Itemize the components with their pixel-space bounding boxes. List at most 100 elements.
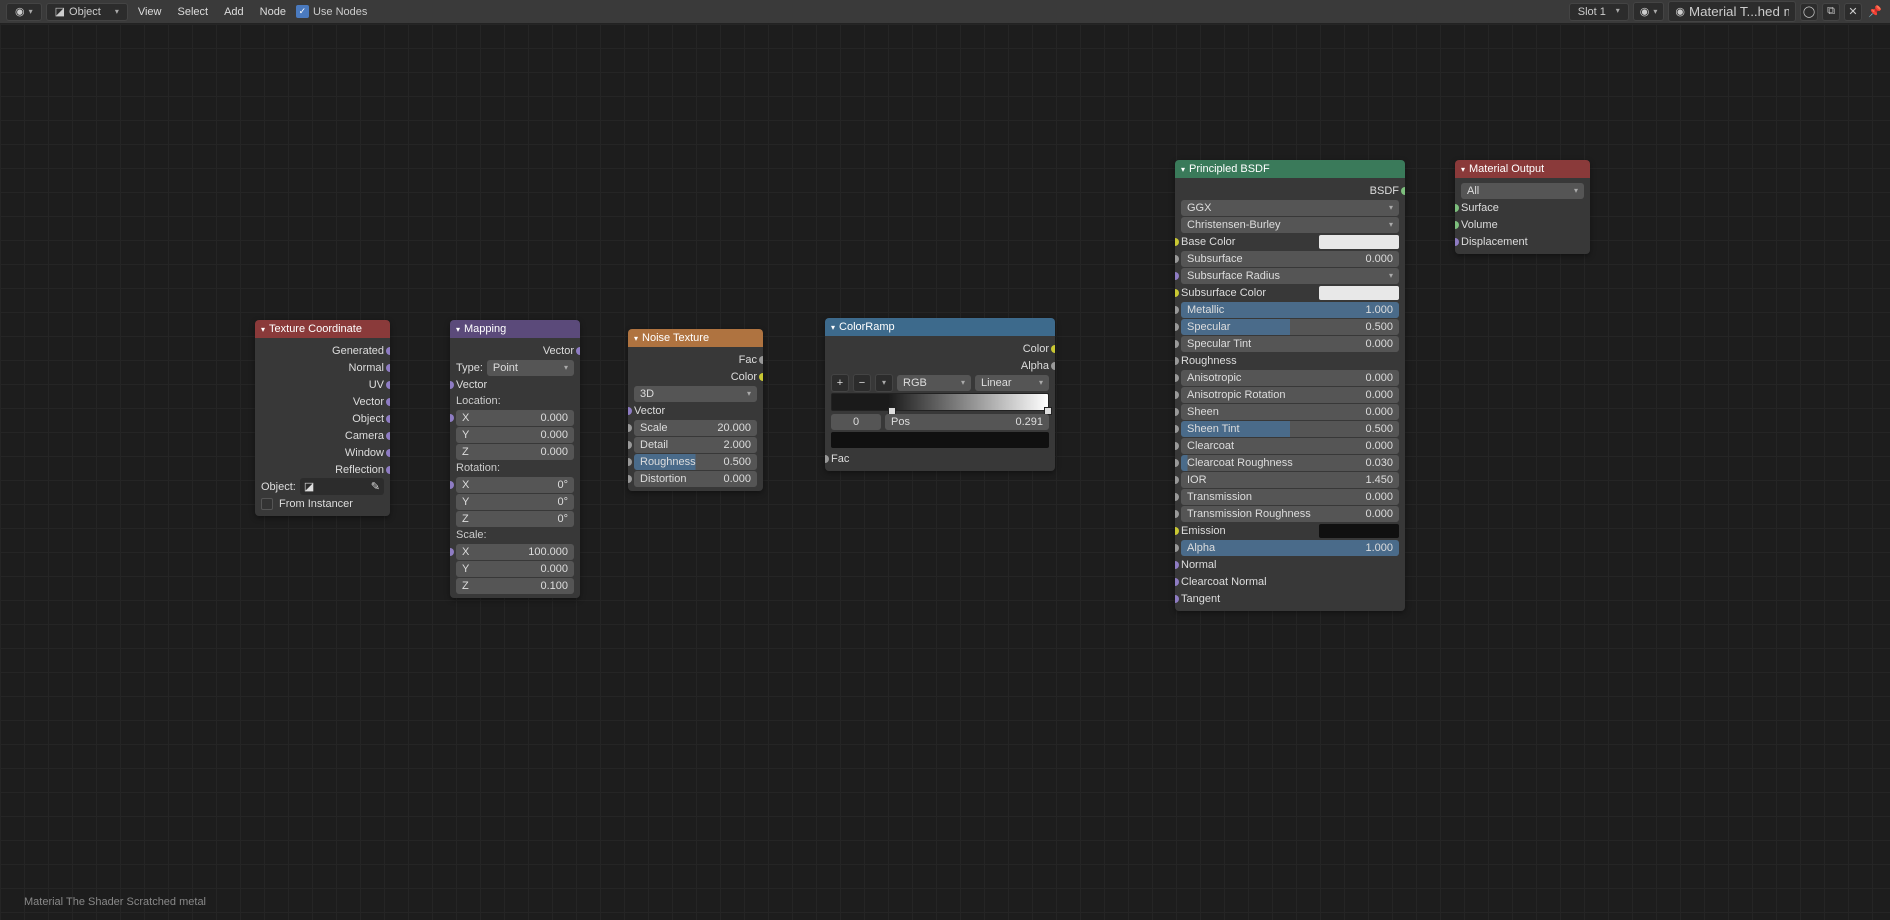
bsdf-slider[interactable]: Specular Tint0.000 xyxy=(1181,336,1399,352)
output-bsdf: BSDF xyxy=(1370,185,1399,197)
remove-stop-icon[interactable]: − xyxy=(853,374,871,392)
status-text: Material The Shader Scratched metal xyxy=(24,896,206,908)
pin-icon[interactable]: 📌 xyxy=(1866,3,1884,21)
copy-icon[interactable]: ⧉ xyxy=(1822,3,1840,21)
node-color-ramp[interactable]: ▾ColorRamp Color Alpha + − ▾ RGB▾ Linear… xyxy=(825,318,1055,471)
node-header[interactable]: ▾Texture Coordinate xyxy=(255,320,390,338)
node-header[interactable]: ▾Principled BSDF xyxy=(1175,160,1405,178)
scale-y-slider[interactable]: Y0.000 xyxy=(456,561,574,577)
bsdf-slider[interactable]: Transmission0.000 xyxy=(1181,489,1399,505)
node-header[interactable]: ▾Noise Texture xyxy=(628,329,763,347)
output-camera: Camera xyxy=(345,430,384,442)
use-nodes-checkbox[interactable]: ✓ xyxy=(296,5,309,18)
bsdf-input-label: Emission xyxy=(1181,525,1226,537)
object-picker[interactable]: ◪✎ xyxy=(300,478,384,495)
color-swatch[interactable] xyxy=(1319,524,1399,538)
bsdf-slider[interactable]: Specular0.500 xyxy=(1181,319,1399,335)
node-header[interactable]: ▾ColorRamp xyxy=(825,318,1055,336)
bsdf-slider[interactable]: Clearcoat0.000 xyxy=(1181,438,1399,454)
output-reflection: Reflection xyxy=(335,464,384,476)
bsdf-input-label: Roughness xyxy=(1181,355,1237,367)
menu-node[interactable]: Node xyxy=(254,4,292,20)
bsdf-input-label: Subsurface Color xyxy=(1181,287,1266,299)
output-input-label: Volume xyxy=(1461,219,1498,231)
add-stop-icon[interactable]: + xyxy=(831,374,849,392)
bsdf-slider[interactable]: Anisotropic0.000 xyxy=(1181,370,1399,386)
scale-x-slider[interactable]: X100.000 xyxy=(456,544,574,560)
mode-dropdown[interactable]: RGB▾ xyxy=(897,375,971,391)
bsdf-slider[interactable]: IOR1.450 xyxy=(1181,472,1399,488)
rotation-label: Rotation: xyxy=(456,460,574,476)
rotation-z-slider[interactable]: Z0° xyxy=(456,511,574,527)
tools-dropdown-icon[interactable]: ▾ xyxy=(875,374,893,392)
output-color: Color xyxy=(731,371,757,383)
output-vector: Vector xyxy=(543,345,574,357)
node-mapping[interactable]: ▾Mapping Vector Type: Point▾ Vector Loca… xyxy=(450,320,580,598)
location-x-slider[interactable]: X0.000 xyxy=(456,410,574,426)
node-noise-texture[interactable]: ▾Noise Texture Fac Color 3D▾ Vector Scal… xyxy=(628,329,763,491)
scale-label: Scale: xyxy=(456,527,574,543)
type-dropdown[interactable]: Point▾ xyxy=(487,360,574,376)
distortion-slider[interactable]: Distortion0.000 xyxy=(634,471,757,487)
object-mode-dropdown[interactable]: ◪Object▾ xyxy=(46,3,128,21)
output-window: Window xyxy=(345,447,384,459)
input-fac: Fac xyxy=(831,453,849,465)
unlink-icon[interactable]: ✕ xyxy=(1844,3,1862,21)
target-dropdown[interactable]: All▾ xyxy=(1461,183,1584,199)
menu-view[interactable]: View xyxy=(132,4,168,20)
position-slider[interactable]: Pos0.291 xyxy=(885,414,1049,430)
menu-add[interactable]: Add xyxy=(218,4,250,20)
color-swatch[interactable] xyxy=(1319,235,1399,249)
roughness-slider[interactable]: Roughness0.500 xyxy=(634,454,757,470)
stop-color-swatch[interactable] xyxy=(831,432,1049,448)
from-instancer-checkbox[interactable] xyxy=(261,498,273,510)
node-principled-bsdf[interactable]: ▾Principled BSDF BSDF GGX▾ Christensen-B… xyxy=(1175,160,1405,611)
stop-index-slider[interactable]: 0 xyxy=(831,414,881,430)
use-nodes-label: Use Nodes xyxy=(313,6,367,18)
output-vector: Vector xyxy=(353,396,384,408)
editor-type-dropdown[interactable]: ◉▾ xyxy=(6,3,42,21)
slot-dropdown[interactable]: Slot 1▾ xyxy=(1569,3,1629,21)
object-label: Object: xyxy=(261,481,296,493)
interpolation-dropdown[interactable]: Linear▾ xyxy=(975,375,1049,391)
bsdf-slider[interactable]: Sheen Tint0.500 xyxy=(1181,421,1399,437)
bsdf-slider[interactable]: Subsurface0.000 xyxy=(1181,251,1399,267)
bsdf-slider[interactable]: Alpha1.000 xyxy=(1181,540,1399,556)
dimensions-dropdown[interactable]: 3D▾ xyxy=(634,386,757,402)
menu-select[interactable]: Select xyxy=(172,4,215,20)
bsdf-slider[interactable]: Sheen0.000 xyxy=(1181,404,1399,420)
type-label: Type: xyxy=(456,362,483,374)
sss-method-dropdown[interactable]: Christensen-Burley▾ xyxy=(1181,217,1399,233)
rotation-x-slider[interactable]: X0° xyxy=(456,477,574,493)
distribution-dropdown[interactable]: GGX▾ xyxy=(1181,200,1399,216)
scale-z-slider[interactable]: Z0.100 xyxy=(456,578,574,594)
location-z-slider[interactable]: Z0.000 xyxy=(456,444,574,460)
material-name-field[interactable]: ◉ xyxy=(1668,1,1796,22)
detail-slider[interactable]: Detail2.000 xyxy=(634,437,757,453)
bsdf-slider[interactable]: Anisotropic Rotation0.000 xyxy=(1181,387,1399,403)
node-header[interactable]: ▾Material Output xyxy=(1455,160,1590,178)
node-texture-coordinate[interactable]: ▾Texture Coordinate Generated Normal UV … xyxy=(255,320,390,516)
bsdf-slider[interactable]: Clearcoat Roughness0.030 xyxy=(1181,455,1399,471)
scale-slider[interactable]: Scale20.000 xyxy=(634,420,757,436)
color-swatch[interactable] xyxy=(1319,286,1399,300)
fake-user-icon[interactable]: ◯ xyxy=(1800,3,1818,21)
node-editor-header: ◉▾ ◪Object▾ View Select Add Node ✓ Use N… xyxy=(0,0,1890,24)
output-normal: Normal xyxy=(349,362,384,374)
bsdf-slider[interactable]: Metallic1.000 xyxy=(1181,302,1399,318)
output-alpha: Alpha xyxy=(1021,360,1049,372)
location-y-slider[interactable]: Y0.000 xyxy=(456,427,574,443)
input-vector: Vector xyxy=(456,379,487,391)
output-input-label: Displacement xyxy=(1461,236,1528,248)
material-browse[interactable]: ◉▾ xyxy=(1633,2,1665,21)
node-header[interactable]: ▾Mapping xyxy=(450,320,580,338)
node-material-output[interactable]: ▾Material Output All▾ Surface Volume Displ… xyxy=(1455,160,1590,254)
bsdf-input-label: Normal xyxy=(1181,559,1216,571)
from-instancer-label: From Instancer xyxy=(279,498,353,510)
color-ramp-gradient[interactable] xyxy=(831,393,1049,411)
bsdf-dropdown[interactable]: Subsurface Radius▾ xyxy=(1181,268,1399,284)
rotation-y-slider[interactable]: Y0° xyxy=(456,494,574,510)
bsdf-slider[interactable]: Transmission Roughness0.000 xyxy=(1181,506,1399,522)
output-input-label: Surface xyxy=(1461,202,1499,214)
output-color: Color xyxy=(1023,343,1049,355)
